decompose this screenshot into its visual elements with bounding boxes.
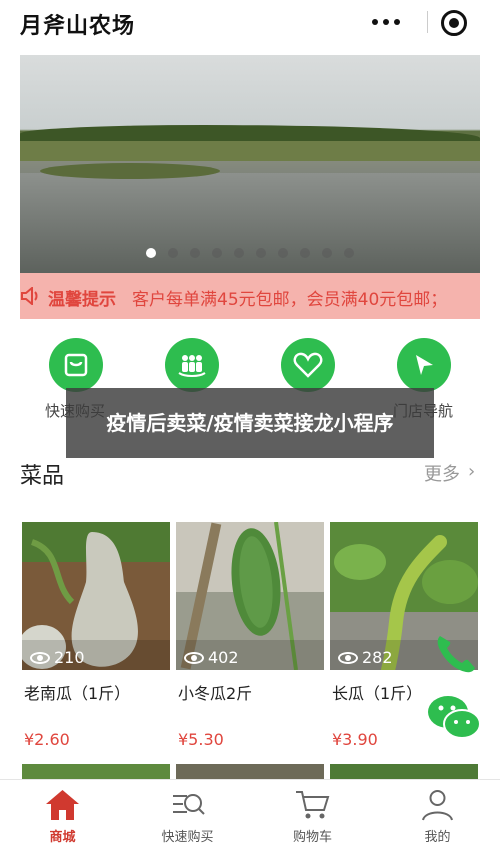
- carousel-dots: [20, 248, 480, 258]
- product-image[interactable]: 402: [176, 522, 324, 670]
- banner-water: [20, 173, 480, 273]
- product-price: ¥2.60: [24, 730, 70, 749]
- carousel-dot[interactable]: [344, 248, 354, 258]
- product-image-partial[interactable]: [176, 764, 324, 780]
- tab-cart[interactable]: 购物车: [250, 780, 375, 851]
- notice-label: 温馨提示: [48, 290, 116, 310]
- product-card[interactable]: 210 老南瓜（1斤） ¥2.60: [22, 522, 170, 762]
- mini-program-capsule: [355, 4, 485, 40]
- heart-icon: [281, 338, 335, 392]
- location-arrow-icon: [397, 338, 451, 392]
- eye-icon: [30, 651, 50, 664]
- app-header: 月斧山农场: [0, 0, 500, 48]
- banner-carousel[interactable]: [20, 55, 480, 273]
- notice-text: 客户每单满45元包邮，会员满40元包邮；: [132, 290, 448, 310]
- bottom-tab-bar: 商城 快速购买 购物车 我的: [0, 779, 500, 851]
- product-image[interactable]: 210: [22, 522, 170, 670]
- tab-mall[interactable]: 商城: [0, 780, 125, 851]
- view-count: 282: [338, 648, 393, 667]
- overlay-caption-text: 疫情后卖菜/疫情卖菜接龙小程序: [106, 411, 394, 435]
- cart-icon: [296, 791, 330, 819]
- carousel-dot[interactable]: [146, 248, 156, 258]
- view-count: 210: [30, 648, 85, 667]
- eye-icon: [338, 651, 358, 664]
- view-count: 402: [184, 648, 239, 667]
- phone-icon[interactable]: [430, 628, 480, 678]
- tab-label: 快速购买: [161, 830, 214, 845]
- user-icon: [422, 790, 453, 821]
- tab-quick-buy[interactable]: 快速购买: [125, 780, 250, 851]
- capsule-divider: [427, 11, 428, 33]
- banner-field: [20, 141, 480, 161]
- overlay-caption: 疫情后卖菜/疫情卖菜接龙小程序: [66, 388, 434, 458]
- product-image-partial[interactable]: [330, 764, 478, 780]
- carousel-dot[interactable]: [168, 248, 178, 258]
- product-name: 老南瓜（1斤）: [24, 684, 131, 703]
- product-name: 长瓜（1斤）: [332, 684, 423, 703]
- carousel-dot[interactable]: [278, 248, 288, 258]
- view-count-value: 402: [208, 648, 239, 667]
- product-card[interactable]: 402 小冬瓜2斤 ¥5.30: [176, 522, 324, 762]
- carousel-dot[interactable]: [300, 248, 310, 258]
- tab-label: 商城: [49, 830, 76, 845]
- eye-icon: [184, 651, 204, 664]
- product-name: 小冬瓜2斤: [178, 684, 253, 703]
- bag-icon: [49, 338, 103, 392]
- home-icon: [46, 790, 79, 820]
- tab-label: 购物车: [292, 830, 332, 845]
- section-title: 菜品: [20, 464, 65, 489]
- group-icon: [165, 338, 219, 392]
- more-link[interactable]: 更多: [424, 460, 460, 486]
- more-dots-icon[interactable]: [355, 4, 417, 40]
- product-price: ¥3.90: [332, 730, 378, 749]
- quick-buy-icon: [173, 794, 205, 815]
- carousel-dot[interactable]: [322, 248, 332, 258]
- view-count-value: 282: [362, 648, 393, 667]
- carousel-dot[interactable]: [212, 248, 222, 258]
- carousel-dot[interactable]: [234, 248, 244, 258]
- wechat-icon[interactable]: [426, 694, 482, 742]
- view-count-value: 210: [54, 648, 85, 667]
- notice-bar[interactable]: 温馨提示 客户每单满45元包邮，会员满40元包邮；: [20, 273, 480, 319]
- tab-mine[interactable]: 我的: [375, 780, 500, 851]
- target-close-icon[interactable]: [441, 10, 467, 36]
- chevron-right-icon[interactable]: ›: [468, 461, 475, 482]
- product-image-partial[interactable]: [22, 764, 170, 780]
- speaker-icon: [21, 287, 38, 305]
- product-price: ¥5.30: [178, 730, 224, 749]
- carousel-dot[interactable]: [190, 248, 200, 258]
- app-title: 月斧山农场: [20, 14, 136, 39]
- carousel-dot[interactable]: [256, 248, 266, 258]
- tab-label: 我的: [424, 830, 451, 845]
- banner-reeds: [40, 163, 220, 179]
